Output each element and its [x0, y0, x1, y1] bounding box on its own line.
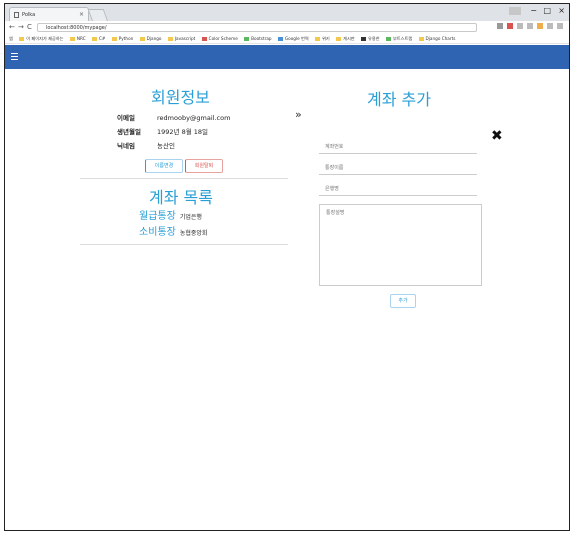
back-icon[interactable]: ←	[9, 23, 15, 31]
account-name: 월급통장	[139, 211, 176, 222]
divider	[80, 178, 288, 179]
folder-icon	[111, 37, 117, 41]
add-account-title: 계좌 추가	[367, 90, 431, 109]
site-navbar	[5, 45, 569, 69]
extension-icon[interactable]	[547, 23, 553, 29]
bookmark-item[interactable]: C#	[92, 34, 105, 43]
bookmark-item[interactable]: 위키	[315, 34, 330, 43]
browser-tab[interactable]: Polka ×	[9, 7, 89, 21]
address-bar-row: ← → C localhost:8000/mypage/	[5, 21, 569, 35]
page-icon	[14, 12, 19, 18]
folder-icon	[244, 37, 250, 41]
url-input[interactable]: localhost:8000/mypage/	[37, 23, 477, 32]
folder-icon	[418, 37, 424, 41]
bookmark-item[interactable]: Javascript	[167, 34, 195, 43]
bookmark-item[interactable]: 이 페이지가 제공하는	[19, 34, 64, 43]
reload-icon[interactable]: C	[27, 23, 32, 31]
extension-icon[interactable]	[537, 23, 543, 29]
accounts-title: 계좌 목록	[149, 188, 213, 207]
nickname-label: 닉네임	[117, 142, 135, 150]
nickname-row: 닉네임 농산인	[117, 140, 175, 150]
forward-icon[interactable]: →	[18, 23, 24, 31]
nickname-value: 농산인	[157, 142, 175, 150]
bank-input[interactable]	[319, 183, 477, 196]
folder-icon	[277, 37, 283, 41]
account-number-input[interactable]	[319, 141, 477, 154]
memo-textarea[interactable]	[319, 204, 482, 286]
folder-icon	[361, 37, 367, 41]
close-icon[interactable]: ✖	[491, 128, 503, 144]
browser-window: Polka × − □ × ← → C localhost:8000/mypag…	[4, 3, 570, 531]
menu-icon[interactable]	[557, 23, 563, 29]
bookmark-item[interactable]: Python	[111, 34, 133, 43]
window-close-icon[interactable]: ×	[558, 6, 565, 15]
folder-icon	[336, 37, 342, 41]
bookmark-item[interactable]: Django	[139, 34, 161, 43]
profile-title: 회원정보	[151, 88, 210, 107]
birthday-row: 생년월일 1992년 8월 18일	[117, 126, 208, 136]
bookmarks-bar: 앱 이 페이지가 제공하는 NRC C# Python Django Javas…	[5, 34, 569, 44]
folder-icon	[201, 37, 207, 41]
extension-icon[interactable]	[517, 23, 523, 29]
extension-icon[interactable]	[507, 23, 513, 29]
withdraw-button[interactable]: 회원탈퇴	[185, 159, 223, 173]
edit-name-button[interactable]: 이름변경	[145, 159, 183, 173]
birthday-value: 1992년 8월 18일	[157, 128, 209, 136]
extension-icon[interactable]	[527, 23, 533, 29]
extensions	[497, 23, 563, 29]
hamburger-icon[interactable]	[11, 53, 18, 62]
bookmark-item[interactable]: Bootstrap	[244, 34, 272, 43]
folder-icon	[315, 37, 321, 41]
email-value: redmooby@gmail.com	[157, 114, 231, 122]
email-row: 이메일 redmooby@gmail.com	[117, 112, 230, 122]
tab-title: Polka	[22, 12, 36, 18]
bookmark-item[interactable]: Google 번역	[277, 34, 309, 43]
account-item[interactable]: 월급통장 기업은행	[139, 207, 202, 222]
folder-icon	[385, 37, 391, 41]
account-name: 소비통장	[139, 227, 176, 238]
folder-icon	[139, 37, 145, 41]
bookmark-item[interactable]: NRC	[69, 34, 86, 43]
bookmark-item[interactable]: Color Scheme	[201, 34, 238, 43]
bookmark-item[interactable]: 게시판	[336, 34, 355, 43]
bookmark-item[interactable]: 유용한	[361, 34, 380, 43]
user-profile-badge[interactable]	[509, 7, 521, 15]
account-bank: 기업은행	[179, 214, 202, 221]
folder-icon	[69, 37, 75, 41]
email-label: 이메일	[117, 114, 135, 122]
birthday-label: 생년월일	[117, 128, 141, 136]
add-account-button[interactable]: 추가	[390, 294, 416, 308]
bookmark-item[interactable]: 부트스트랩	[385, 34, 412, 43]
tab-bar: Polka × − □ ×	[5, 4, 569, 22]
minimize-icon[interactable]: −	[530, 6, 537, 15]
account-name-input[interactable]	[319, 162, 477, 175]
folder-icon	[92, 37, 97, 41]
bookmark-item[interactable]: Django Charts	[418, 34, 455, 43]
bookmark-item[interactable]: 앱	[9, 34, 13, 43]
divider	[80, 244, 288, 245]
folder-icon	[19, 37, 25, 41]
folder-icon	[167, 37, 173, 41]
tab-close-icon[interactable]: ×	[79, 11, 84, 18]
account-bank: 농협중앙회	[179, 230, 208, 237]
star-icon[interactable]	[497, 23, 503, 29]
account-item[interactable]: 소비통장 농협중앙회	[139, 223, 207, 238]
double-chevron-right-icon[interactable]: »	[295, 108, 302, 121]
maximize-icon[interactable]: □	[543, 6, 551, 15]
